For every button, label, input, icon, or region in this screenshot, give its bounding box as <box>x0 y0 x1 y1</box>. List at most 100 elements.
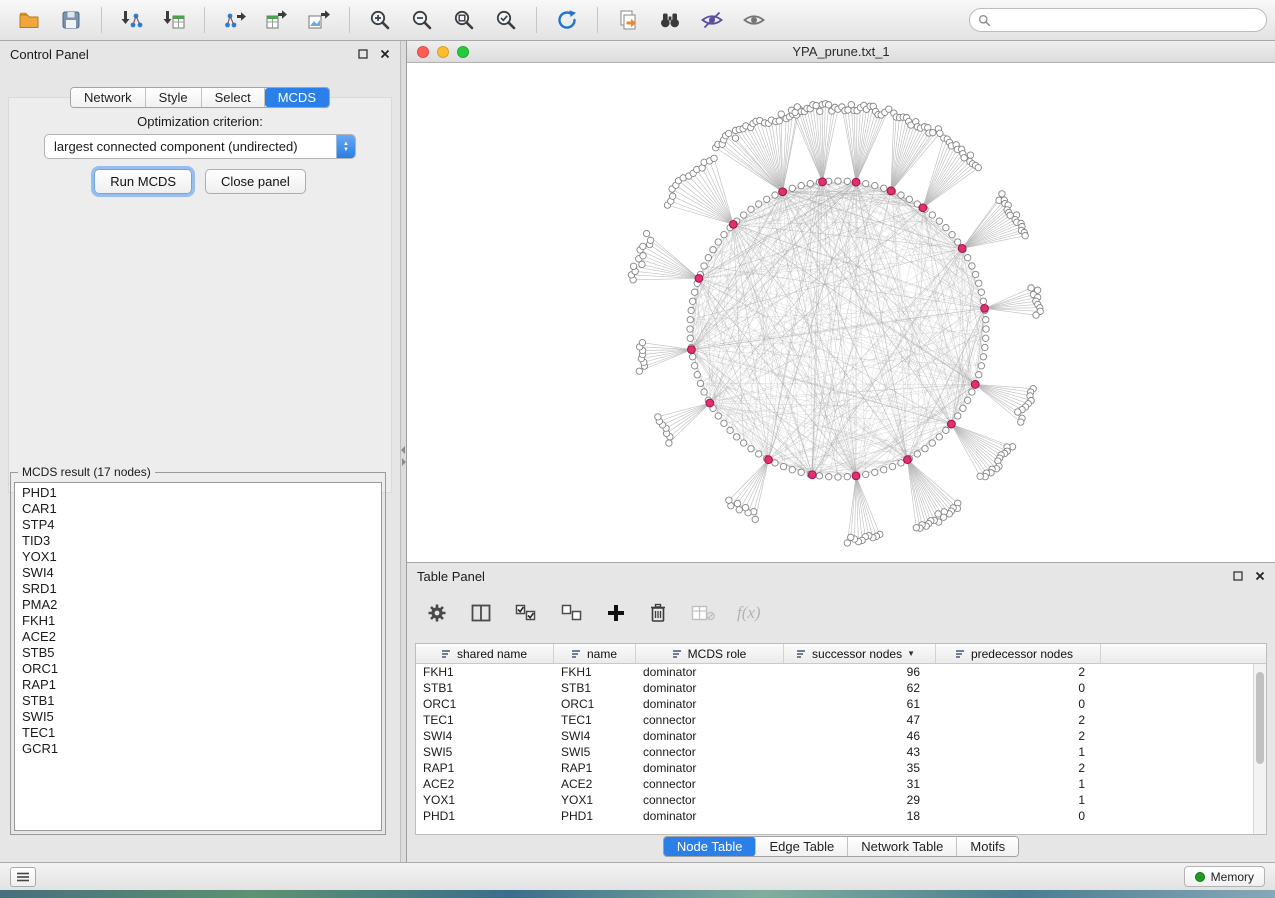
mcds-result-item[interactable]: RAP1 <box>22 677 381 693</box>
table-row[interactable]: PHD1PHD1dominator180 <box>416 808 1266 824</box>
column-header-successor-nodes[interactable]: successor nodes ▼ <box>784 644 936 663</box>
tab-mcds[interactable]: MCDS <box>265 88 329 107</box>
column-header-name[interactable]: name <box>554 644 636 663</box>
table-cell: 2 <box>936 760 1101 776</box>
float-panel-button[interactable] <box>358 49 368 59</box>
clone-network-button[interactable] <box>612 4 644 36</box>
tab-motifs[interactable]: Motifs <box>957 837 1018 856</box>
memory-button[interactable]: Memory <box>1184 866 1265 887</box>
deselect-all-rows-button[interactable] <box>559 602 585 624</box>
desktop-wallpaper-strip <box>0 890 1275 898</box>
table-cell: connector <box>636 776 784 792</box>
table-row[interactable]: ORC1ORC1dominator610 <box>416 696 1266 712</box>
mcds-result-item[interactable]: YOX1 <box>22 549 381 565</box>
panel-menu-button[interactable] <box>10 867 36 887</box>
mcds-result-item[interactable]: GCR1 <box>22 741 381 757</box>
close-panel-button[interactable] <box>380 49 390 59</box>
panel-splitter[interactable] <box>400 41 407 862</box>
table-row[interactable]: STB1STB1dominator620 <box>416 680 1266 696</box>
network-canvas[interactable] <box>407 63 1275 561</box>
export-image-button[interactable] <box>303 4 335 36</box>
table-row[interactable]: RAP1RAP1dominator352 <box>416 760 1266 776</box>
network-window-titlebar[interactable]: YPA_prune.txt_1 <box>407 41 1275 63</box>
table-cell: FKH1 <box>554 664 636 680</box>
table-row[interactable]: TEC1TEC1connector472 <box>416 712 1266 728</box>
tab-network-table[interactable]: Network Table <box>848 837 957 856</box>
tab-network[interactable]: Network <box>71 88 146 107</box>
table-row[interactable]: FKH1FKH1dominator962 <box>416 664 1266 680</box>
mcds-result-item[interactable]: ACE2 <box>22 629 381 645</box>
mcds-result-item[interactable]: PMA2 <box>22 597 381 613</box>
mcds-result-title: MCDS result (17 nodes) <box>18 465 155 479</box>
mcds-result-item[interactable]: ORC1 <box>22 661 381 677</box>
mcds-result-item[interactable]: PHD1 <box>22 485 381 501</box>
search-network-button[interactable] <box>654 4 686 36</box>
import-table-button[interactable] <box>158 4 190 36</box>
table-row[interactable]: ACE2ACE2connector311 <box>416 776 1266 792</box>
mcds-result-item[interactable]: SWI5 <box>22 709 381 725</box>
mcds-result-item[interactable]: STB1 <box>22 693 381 709</box>
open-session-button[interactable] <box>13 4 45 36</box>
table-row[interactable]: SWI4SWI4dominator462 <box>416 728 1266 744</box>
table-row[interactable]: YOX1YOX1connector291 <box>416 792 1266 808</box>
collapse-left-icon[interactable] <box>401 446 405 454</box>
zoom-selected-button[interactable] <box>490 4 522 36</box>
table-cell: 1 <box>936 792 1101 808</box>
scrollbar-thumb[interactable] <box>1256 672 1264 764</box>
column-layout-button[interactable] <box>469 602 493 624</box>
table-panel-header: Table Panel <box>407 563 1275 589</box>
mcds-result-item[interactable]: SRD1 <box>22 581 381 597</box>
table-cell: PHD1 <box>554 808 636 824</box>
save-session-button[interactable] <box>55 4 87 36</box>
float-table-panel-button[interactable] <box>1233 571 1243 581</box>
column-header-mcds-role[interactable]: MCDS role <box>636 644 784 663</box>
table-cell: ACE2 <box>554 776 636 792</box>
table-vertical-scrollbar[interactable] <box>1253 664 1266 834</box>
zoom-out-button[interactable] <box>406 4 438 36</box>
mcds-result-list[interactable]: PHD1CAR1STP4TID3YOX1SWI4SRD1PMA2FKH1ACE2… <box>14 482 382 831</box>
export-network-button[interactable] <box>219 4 251 36</box>
close-table-panel-button[interactable] <box>1255 571 1265 581</box>
table-row[interactable]: SWI5SWI5connector431 <box>416 744 1266 760</box>
zoom-fit-button[interactable] <box>448 4 480 36</box>
table-cell: 0 <box>936 808 1101 824</box>
tab-node-table[interactable]: Node Table <box>664 837 757 856</box>
refresh-button[interactable] <box>551 4 583 36</box>
export-table-button[interactable] <box>261 4 293 36</box>
table-cell: 46 <box>784 728 936 744</box>
zoom-in-button[interactable] <box>364 4 396 36</box>
tab-style[interactable]: Style <box>146 88 202 107</box>
mcds-result-item[interactable]: TID3 <box>22 533 381 549</box>
show-details-button[interactable] <box>738 4 770 36</box>
mcds-result-item[interactable]: TEC1 <box>22 725 381 741</box>
select-all-rows-button[interactable] <box>513 602 539 624</box>
search-field[interactable] <box>996 12 1258 28</box>
table-cell: 96 <box>784 664 936 680</box>
mcds-result-item[interactable]: STB5 <box>22 645 381 661</box>
table-cell: dominator <box>636 664 784 680</box>
table-cell: TEC1 <box>554 712 636 728</box>
mcds-result-item[interactable]: STP4 <box>22 517 381 533</box>
hide-details-button[interactable] <box>696 4 728 36</box>
memory-label: Memory <box>1211 870 1254 884</box>
mcds-result-item[interactable]: SWI4 <box>22 565 381 581</box>
criterion-dropdown[interactable]: largest connected component (undirected)… <box>44 134 356 159</box>
create-column-button[interactable] <box>605 602 627 624</box>
expand-right-icon[interactable] <box>402 458 406 466</box>
column-header-predecessor-nodes[interactable]: predecessor nodes <box>936 644 1101 663</box>
splitter-collapse-icons[interactable] <box>401 446 406 466</box>
mcds-result-item[interactable]: FKH1 <box>22 613 381 629</box>
tab-edge-table[interactable]: Edge Table <box>756 837 848 856</box>
delete-column-button[interactable] <box>647 601 669 625</box>
table-settings-button[interactable] <box>425 601 449 625</box>
control-panel-header: Control Panel <box>0 41 400 67</box>
run-mcds-button[interactable]: Run MCDS <box>94 169 192 194</box>
import-network-button[interactable] <box>116 4 148 36</box>
tab-select[interactable]: Select <box>202 88 265 107</box>
mcds-result-item[interactable]: CAR1 <box>22 501 381 517</box>
import-network-icon <box>120 8 144 32</box>
close-mcds-panel-button[interactable]: Close panel <box>205 169 306 194</box>
column-header-shared-name[interactable]: shared name <box>416 644 554 663</box>
search-input[interactable] <box>969 8 1267 32</box>
table-cell: TEC1 <box>416 712 554 728</box>
